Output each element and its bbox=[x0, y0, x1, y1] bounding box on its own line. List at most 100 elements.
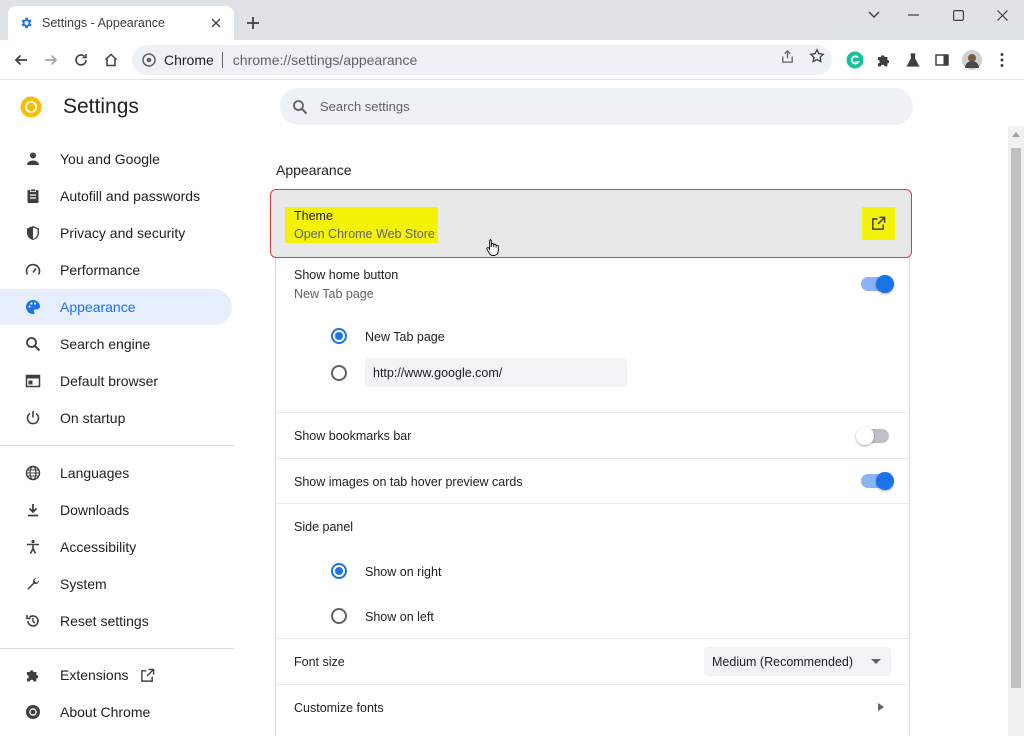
accessibility-icon bbox=[24, 538, 42, 556]
home-button-label: Show home button bbox=[294, 268, 399, 282]
scrollbar-thumb[interactable] bbox=[1011, 148, 1021, 688]
wrench-icon bbox=[24, 575, 42, 593]
side-panel-label: Side panel bbox=[294, 520, 354, 534]
sidebar-item-appearance[interactable]: Appearance bbox=[0, 289, 232, 325]
power-icon bbox=[24, 409, 42, 427]
side-panel-icon[interactable] bbox=[932, 50, 952, 70]
forward-button[interactable] bbox=[39, 48, 63, 72]
section-title: Appearance bbox=[276, 162, 352, 178]
sidebar-item-label: Autofill and passwords bbox=[60, 188, 201, 204]
page-scrollbar[interactable] bbox=[1008, 126, 1024, 736]
tab-settings-appearance[interactable]: Settings - Appearance bbox=[8, 6, 234, 40]
labs-flask-icon[interactable] bbox=[903, 50, 923, 70]
search-icon bbox=[292, 99, 308, 115]
settings-header: Settings bbox=[20, 95, 139, 119]
tab-title: Settings - Appearance bbox=[42, 16, 165, 30]
profile-avatar[interactable] bbox=[962, 50, 982, 70]
sidebar-item-label: On startup bbox=[60, 410, 126, 426]
toolbar: Chrome chrome://settings/appearance bbox=[0, 40, 1024, 80]
sidebar-divider bbox=[0, 648, 234, 649]
row-divider bbox=[276, 684, 909, 685]
speedometer-icon bbox=[24, 261, 42, 279]
sidebar-item-label: You and Google bbox=[60, 151, 160, 167]
sidebar-item-on-startup[interactable]: On startup bbox=[0, 400, 232, 436]
sidebar-item-performance[interactable]: Performance bbox=[0, 252, 232, 288]
sidebar-item-downloads[interactable]: Downloads bbox=[0, 492, 232, 528]
extensions-puzzle-icon[interactable] bbox=[874, 50, 894, 70]
bookmarks-bar-toggle[interactable] bbox=[856, 427, 889, 445]
open-web-store-button[interactable] bbox=[862, 207, 895, 240]
scroll-up-arrow-icon[interactable] bbox=[1012, 132, 1020, 137]
chrome-icon bbox=[24, 703, 42, 721]
customize-fonts-label[interactable]: Customize fonts bbox=[294, 701, 384, 715]
sidebar-item-search-engine[interactable]: Search engine bbox=[0, 326, 232, 362]
tab-hover-label: Show images on tab hover preview cards bbox=[294, 475, 523, 489]
sidebar-item-about-chrome[interactable]: About Chrome bbox=[0, 694, 232, 730]
sidebar-item-accessibility[interactable]: Accessibility bbox=[0, 529, 232, 565]
new-tab-button[interactable] bbox=[242, 12, 264, 34]
reload-button[interactable] bbox=[69, 48, 93, 72]
show-on-left-radio[interactable] bbox=[331, 608, 347, 624]
hand-cursor-icon bbox=[486, 238, 500, 257]
minimize-button[interactable] bbox=[891, 0, 935, 30]
maximize-button[interactable] bbox=[936, 0, 980, 30]
search-input[interactable] bbox=[320, 99, 840, 114]
theme-title: Theme bbox=[294, 209, 333, 223]
settings-sidebar: Settings You and Google Autofill and pas… bbox=[0, 81, 250, 736]
custom-url-radio[interactable] bbox=[331, 365, 347, 381]
custom-url-field[interactable] bbox=[365, 358, 627, 387]
address-bar[interactable]: Chrome chrome://settings/appearance bbox=[132, 45, 832, 75]
sidebar-item-label: Privacy and security bbox=[60, 225, 186, 241]
close-window-button[interactable] bbox=[980, 0, 1024, 30]
search-icon bbox=[24, 335, 42, 353]
show-on-left-label: Show on left bbox=[365, 610, 434, 624]
sidebar-item-label: Languages bbox=[60, 465, 130, 481]
person-icon bbox=[24, 150, 42, 168]
row-divider bbox=[276, 458, 909, 459]
arrow-right-icon[interactable] bbox=[878, 703, 884, 711]
sidebar-item-label: Reset settings bbox=[60, 613, 149, 629]
puzzle-icon bbox=[24, 666, 42, 684]
grammarly-extension-icon[interactable] bbox=[845, 50, 865, 70]
reset-icon bbox=[24, 612, 42, 630]
sidebar-item-privacy[interactable]: Privacy and security bbox=[0, 215, 232, 251]
shield-icon bbox=[24, 224, 42, 242]
row-divider bbox=[276, 638, 909, 639]
sidebar-item-autofill[interactable]: Autofill and passwords bbox=[0, 178, 232, 214]
chrome-site-icon bbox=[142, 53, 156, 67]
search-settings-bar[interactable] bbox=[280, 88, 913, 125]
show-on-right-radio[interactable] bbox=[331, 563, 347, 579]
sidebar-item-default-browser[interactable]: Default browser bbox=[0, 363, 232, 399]
bookmark-star-icon[interactable] bbox=[808, 47, 826, 65]
row-divider bbox=[276, 503, 909, 504]
dropdown-caret-icon bbox=[871, 659, 881, 664]
new-tab-page-radio-label: New Tab page bbox=[365, 330, 445, 344]
url-text[interactable]: chrome://settings/appearance bbox=[233, 52, 417, 68]
font-size-dropdown[interactable]: Medium (Recommended) bbox=[704, 647, 891, 676]
home-button[interactable] bbox=[99, 48, 123, 72]
sidebar-item-label: About Chrome bbox=[60, 704, 151, 720]
sidebar-item-label: Performance bbox=[60, 262, 141, 278]
sidebar-item-label: Downloads bbox=[60, 502, 130, 518]
omnibox-separator bbox=[221, 52, 223, 68]
sidebar-item-reset-settings[interactable]: Reset settings bbox=[0, 603, 232, 639]
home-button-toggle[interactable] bbox=[861, 275, 894, 293]
tab-hover-toggle[interactable] bbox=[861, 472, 894, 490]
sidebar-item-you-and-google[interactable]: You and Google bbox=[0, 141, 232, 177]
new-tab-page-radio[interactable] bbox=[331, 328, 347, 344]
font-size-label: Font size bbox=[294, 655, 345, 669]
share-icon[interactable] bbox=[778, 47, 796, 65]
settings-title: Settings bbox=[63, 95, 139, 118]
globe-icon bbox=[24, 464, 42, 482]
back-button[interactable] bbox=[9, 48, 33, 72]
tab-search-chevron-icon[interactable] bbox=[852, 0, 896, 30]
sidebar-item-extensions[interactable]: Extensions bbox=[0, 657, 232, 693]
sidebar-item-languages[interactable]: Languages bbox=[0, 455, 232, 491]
close-tab-icon[interactable] bbox=[208, 15, 224, 31]
sidebar-item-label: Appearance bbox=[60, 299, 136, 315]
theme-subtitle[interactable]: Open Chrome Web Store bbox=[294, 227, 435, 241]
more-menu-icon[interactable] bbox=[992, 50, 1012, 70]
sidebar-item-system[interactable]: System bbox=[0, 566, 232, 602]
row-divider bbox=[276, 412, 909, 413]
home-button-sublabel: New Tab page bbox=[294, 287, 374, 301]
